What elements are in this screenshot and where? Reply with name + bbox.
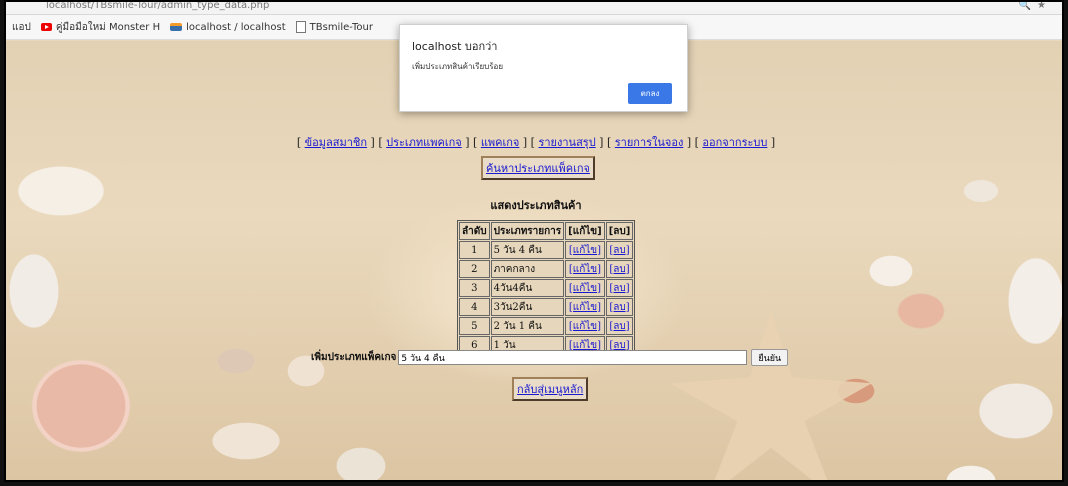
delete-link[interactable]: [ลบ] xyxy=(609,283,629,294)
browser-window: localhost/TBsmile-Tour/admin_type_data.p… xyxy=(4,0,1064,482)
back-to-main-menu-button[interactable]: กลับสู่เมนูหลัก xyxy=(512,377,589,401)
row-type: 4วัน4คืน xyxy=(490,279,565,297)
search-package-type-link[interactable]: ค้นหาประเภทแพ็คเกจ xyxy=(486,162,590,175)
confirm-button[interactable]: ยืนยัน xyxy=(751,349,789,366)
delete-link[interactable]: [ลบ] xyxy=(609,245,629,256)
table-row: 1 5 วัน 4 คืน [แก้ไข] [ลบ] xyxy=(459,241,634,259)
delete-link[interactable]: [ลบ] xyxy=(609,264,629,275)
row-type: ภาคกลาง xyxy=(490,260,565,278)
dialog-ok-button[interactable]: ตกลง xyxy=(628,83,672,104)
menu-logout[interactable]: ออกจากระบบ xyxy=(702,136,767,149)
admin-menu: [ ข้อมูลสมาชิก ] [ ประเภทแพคเกจ ] [ แพคเ… xyxy=(296,136,776,149)
col-delete-header: [ลบ] xyxy=(605,222,634,240)
table-row: 4 3วัน2คืน [แก้ไข] [ลบ] xyxy=(459,298,634,316)
delete-link[interactable]: [ลบ] xyxy=(609,302,629,313)
delete-link[interactable]: [ลบ] xyxy=(609,321,629,332)
row-no: 5 xyxy=(459,317,490,335)
back-to-main-menu-link[interactable]: กลับสู่เมนูหลัก xyxy=(517,383,583,396)
col-type-header: ประเภทรายการ xyxy=(490,222,565,240)
row-no: 1 xyxy=(459,241,490,259)
edit-link[interactable]: [แก้ไข] xyxy=(569,302,601,313)
search-package-type-button[interactable]: ค้นหาประเภทแพ็คเกจ xyxy=(481,156,595,180)
menu-member-data[interactable]: ข้อมูลสมาชิก xyxy=(305,136,367,149)
dialog-title: localhost บอกว่า xyxy=(412,40,498,53)
edit-link[interactable]: [แก้ไข] xyxy=(569,264,601,275)
edit-link[interactable]: [แก้ไข] xyxy=(569,245,601,256)
package-type-input[interactable] xyxy=(398,350,748,365)
table-row: 5 2 วัน 1 คืน [แก้ไข] [ลบ] xyxy=(459,317,634,335)
page-title: แสดงประเภทสินค้า xyxy=(490,199,582,212)
menu-bookings[interactable]: รายการในจอง xyxy=(615,136,684,149)
table-row: 2 ภาคกลาง [แก้ไข] [ลบ] xyxy=(459,260,634,278)
dialog-message: เพิ่มประเภทสินค้าเรียบร้อย xyxy=(412,62,504,71)
row-no: 2 xyxy=(459,260,490,278)
table-header-row: ลำดับ ประเภทรายการ [แก้ไข] [ลบ] xyxy=(459,222,634,240)
menu-package-type[interactable]: ประเภทแพคเกจ xyxy=(386,136,462,149)
row-type: 3วัน2คืน xyxy=(490,298,565,316)
row-no: 4 xyxy=(459,298,490,316)
edit-link[interactable]: [แก้ไข] xyxy=(569,283,601,294)
edit-link[interactable]: [แก้ไข] xyxy=(569,321,601,332)
col-edit-header: [แก้ไข] xyxy=(565,222,605,240)
col-no-header: ลำดับ xyxy=(459,222,490,240)
add-package-type-label: เพิ่มประเภทแพ็คเกจ xyxy=(311,352,397,363)
row-no: 3 xyxy=(459,279,490,297)
row-type: 2 วัน 1 คืน xyxy=(490,317,565,335)
add-package-type-form: เพิ่มประเภทแพ็คเกจ ยืนยัน xyxy=(311,349,789,366)
table-row: 3 4วัน4คืน [แก้ไข] [ลบ] xyxy=(459,279,634,297)
menu-package[interactable]: แพคเกจ xyxy=(481,136,520,149)
menu-report[interactable]: รายงานสรุป xyxy=(538,136,595,149)
package-type-table: ลำดับ ประเภทรายการ [แก้ไข] [ลบ] 1 5 วัน … xyxy=(457,220,636,356)
alert-dialog: localhost บอกว่า เพิ่มประเภทสินค้าเรียบร… xyxy=(399,24,688,112)
row-type: 5 วัน 4 คืน xyxy=(490,241,565,259)
